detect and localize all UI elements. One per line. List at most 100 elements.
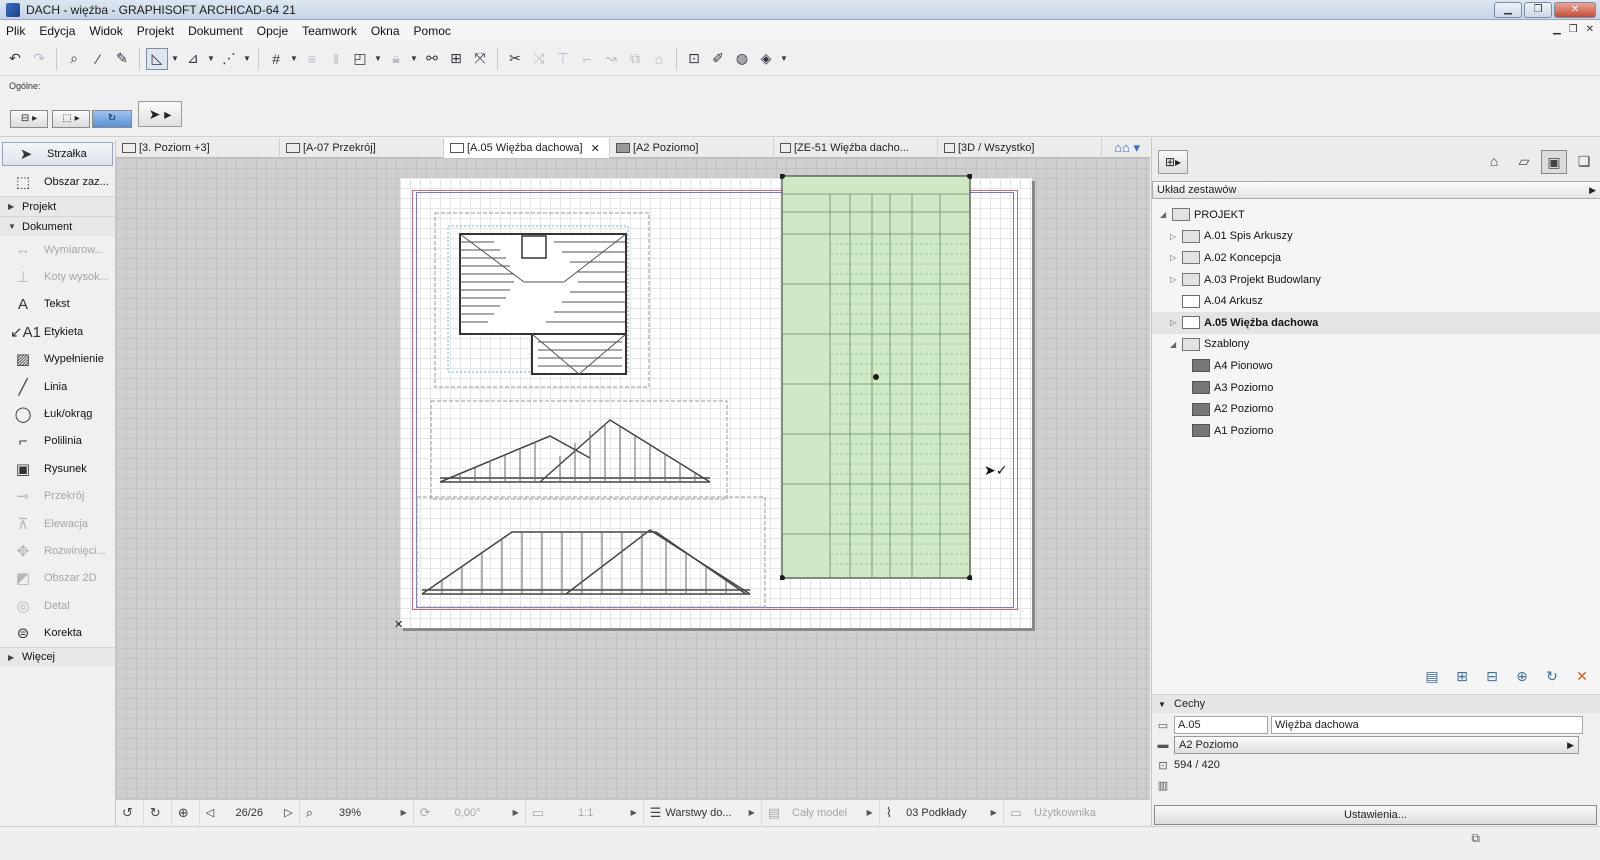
menu-edycja[interactable]: Edycja: [39, 24, 75, 38]
tree-expander-icon[interactable]: ◢: [1160, 210, 1170, 219]
close-button[interactable]: ✕: [1554, 2, 1596, 18]
tool-interior-elevation[interactable]: ✥ Rozwinięci...: [0, 537, 115, 564]
section-wiecej[interactable]: ▶ Więcej: [0, 646, 115, 667]
trace-icon[interactable]: ≡: [301, 48, 323, 70]
tool-label[interactable]: ↙A1 Etykieta: [0, 318, 115, 345]
next-page-icon[interactable]: ▷: [284, 806, 292, 819]
explode-icon[interactable]: ⤧: [469, 48, 491, 70]
mdi-restore-icon[interactable]: ❐: [1569, 24, 1578, 35]
intersect-icon[interactable]: ⊤: [552, 48, 574, 70]
fillet-icon[interactable]: ⌐: [576, 48, 598, 70]
tool-level-dimension[interactable]: ⊥ Koty wysok...: [0, 263, 115, 290]
tool-drawing[interactable]: ▣ Rysunek: [0, 455, 115, 482]
section-projekt[interactable]: ▶ Projekt: [0, 196, 115, 216]
tool-polyline[interactable]: ⌐ Polilinia: [0, 428, 115, 455]
tool-change[interactable]: ⊜ Korekta: [0, 619, 115, 646]
inject-parameters-icon[interactable]: ✎: [111, 48, 133, 70]
guide-lines-dropdown-icon[interactable]: ▼: [170, 48, 180, 70]
scale-control[interactable]: ▭ 1:1 ▶: [526, 799, 644, 826]
view-map-icon[interactable]: ▱: [1511, 150, 1537, 174]
menu-opcje[interactable]: Opcje: [257, 24, 288, 38]
menu-dokument[interactable]: Dokument: [188, 24, 243, 38]
status-icon[interactable]: ⧉: [1471, 831, 1480, 846]
grid-snap-icon[interactable]: #: [265, 48, 287, 70]
tree-item[interactable]: A.04 Arkusz: [1152, 290, 1600, 312]
layer-combination-control[interactable]: ☰ Warstwy do... ▶: [644, 799, 762, 826]
prev-page-icon[interactable]: ◁: [206, 806, 214, 819]
zoom-in-button[interactable]: ⊕: [172, 799, 200, 826]
tool-arc[interactable]: ◯ Łuk/okrąg: [0, 400, 115, 427]
undo-zoom-button[interactable]: ↺: [116, 799, 144, 826]
update-icon[interactable]: ↻: [1541, 665, 1563, 687]
pick-up-parameters-icon[interactable]: ⁄: [87, 48, 109, 70]
navigator-popup-icon[interactable]: ⌂⌂ ▾: [1114, 138, 1150, 157]
markup-icon[interactable]: ✐: [707, 48, 729, 70]
story-settings-icon[interactable]: ⊞: [445, 48, 467, 70]
tool-detail[interactable]: ◎ Detal: [0, 592, 115, 619]
tool-section[interactable]: ⊸ Przekrój: [0, 483, 115, 510]
mdi-minimize-icon[interactable]: ▁: [1553, 24, 1561, 35]
new-layout-icon[interactable]: ▤: [1421, 665, 1443, 687]
section-dokument[interactable]: ▼ Dokument: [0, 216, 115, 236]
tool-marquee[interactable]: ⬚ Obszar zaz...: [0, 168, 115, 196]
menu-okna[interactable]: Okna: [371, 24, 400, 38]
undo-icon[interactable]: ↶: [4, 48, 26, 70]
layout-set-selector[interactable]: Układ zestawów ▶: [1152, 181, 1600, 199]
rotate-selection-button[interactable]: ↻: [92, 110, 132, 128]
grid-snap-dropdown-icon[interactable]: ▼: [289, 48, 299, 70]
redo-icon[interactable]: ↷: [28, 48, 50, 70]
tree-item[interactable]: ◢ Szablony: [1152, 334, 1600, 356]
tool-worksheet[interactable]: ◩ Obszar 2D: [0, 565, 115, 592]
layout-book-icon[interactable]: ▣: [1541, 150, 1567, 174]
adjust-icon[interactable]: ⤨: [528, 48, 550, 70]
menu-projekt[interactable]: Projekt: [137, 24, 174, 38]
redo-zoom-button[interactable]: ↻: [144, 799, 172, 826]
tool-fill[interactable]: ▨ Wypełnienie: [0, 346, 115, 373]
drawing-roof-plan[interactable]: [434, 212, 650, 388]
new-master-icon[interactable]: ⊟: [1481, 665, 1503, 687]
tree-item[interactable]: A2 Poziomo: [1152, 398, 1600, 420]
tab-master-layout[interactable]: [A2 Poziomo]: [610, 138, 774, 158]
settings-button[interactable]: Ustawienia...: [1154, 805, 1597, 825]
roof-trim-icon[interactable]: ⌂: [648, 48, 670, 70]
tool-line[interactable]: ╱ Linia: [0, 373, 115, 400]
drawing-timber-schedule-selected[interactable]: [780, 174, 972, 580]
tree-item[interactable]: ▷ A.03 Projekt Budowlany: [1152, 269, 1600, 291]
menu-pomoc[interactable]: Pomoc: [414, 24, 451, 38]
minimize-button[interactable]: ▁: [1494, 2, 1522, 18]
publisher-sets-icon[interactable]: ❏: [1571, 150, 1597, 174]
tree-item[interactable]: A4 Pionowo: [1152, 355, 1600, 377]
tab-3d[interactable]: [3D / Wszystko]: [938, 138, 1102, 158]
navigator-map-dropdown[interactable]: ⊞▸: [1158, 150, 1188, 174]
tree-item[interactable]: ▷ A.02 Koncepcja: [1152, 247, 1600, 269]
layout-canvas[interactable]: ✕ ➤✓: [116, 158, 1150, 799]
delete-icon[interactable]: ✕: [1571, 665, 1593, 687]
zoom-control[interactable]: ⌕ 39% ▶: [300, 799, 414, 826]
rotation-control[interactable]: ⟳ 0,00° ▶: [414, 799, 526, 826]
tree-expander-icon[interactable]: ▷: [1170, 275, 1180, 284]
tab-section[interactable]: [A-07 Przekrój]: [280, 138, 444, 158]
tool-dimension[interactable]: ↔ Wymiarow...: [0, 236, 115, 263]
offset-icon[interactable]: ↝: [600, 48, 622, 70]
lock-icon[interactable]: 🔒︎: [385, 48, 407, 70]
view-3d-dropdown-icon[interactable]: ▼: [779, 48, 789, 70]
tool-arrow[interactable]: ➤ Strzałka: [2, 142, 113, 166]
layout-id-field[interactable]: A.05: [1174, 716, 1268, 734]
model-view-control[interactable]: ▤ Cały model ▶: [762, 799, 880, 826]
tree-item[interactable]: ▷ A.05 Więźba dachowa: [1152, 311, 1600, 334]
tool-text[interactable]: A Tekst: [0, 291, 115, 318]
snap-guides-icon[interactable]: ⊿: [182, 48, 204, 70]
snap-points-dropdown-icon[interactable]: ▼: [242, 48, 252, 70]
pen-set-control[interactable]: ⌇ 03 Podkłady ▶: [880, 799, 1004, 826]
view-3d-icon[interactable]: ◈: [755, 48, 777, 70]
guide-lines-icon[interactable]: ◺: [146, 47, 168, 70]
tool-elevation[interactable]: ⊼ Elewacja: [0, 510, 115, 537]
dimension-standard-control[interactable]: ▭ Użytkownika: [1004, 800, 1124, 826]
tree-expander-icon[interactable]: ▷: [1170, 232, 1180, 241]
geometry-method-button[interactable]: ⊟ ▸: [10, 110, 48, 128]
suspend-groups-icon[interactable]: ◰: [349, 48, 371, 70]
drawing-truss-elevation-1[interactable]: [430, 400, 728, 500]
project-map-icon[interactable]: ⌂: [1481, 150, 1507, 174]
tab-schedule[interactable]: [ZE-51 Więźba dacho...: [774, 138, 938, 158]
tree-item[interactable]: A1 Poziomo: [1152, 420, 1600, 442]
